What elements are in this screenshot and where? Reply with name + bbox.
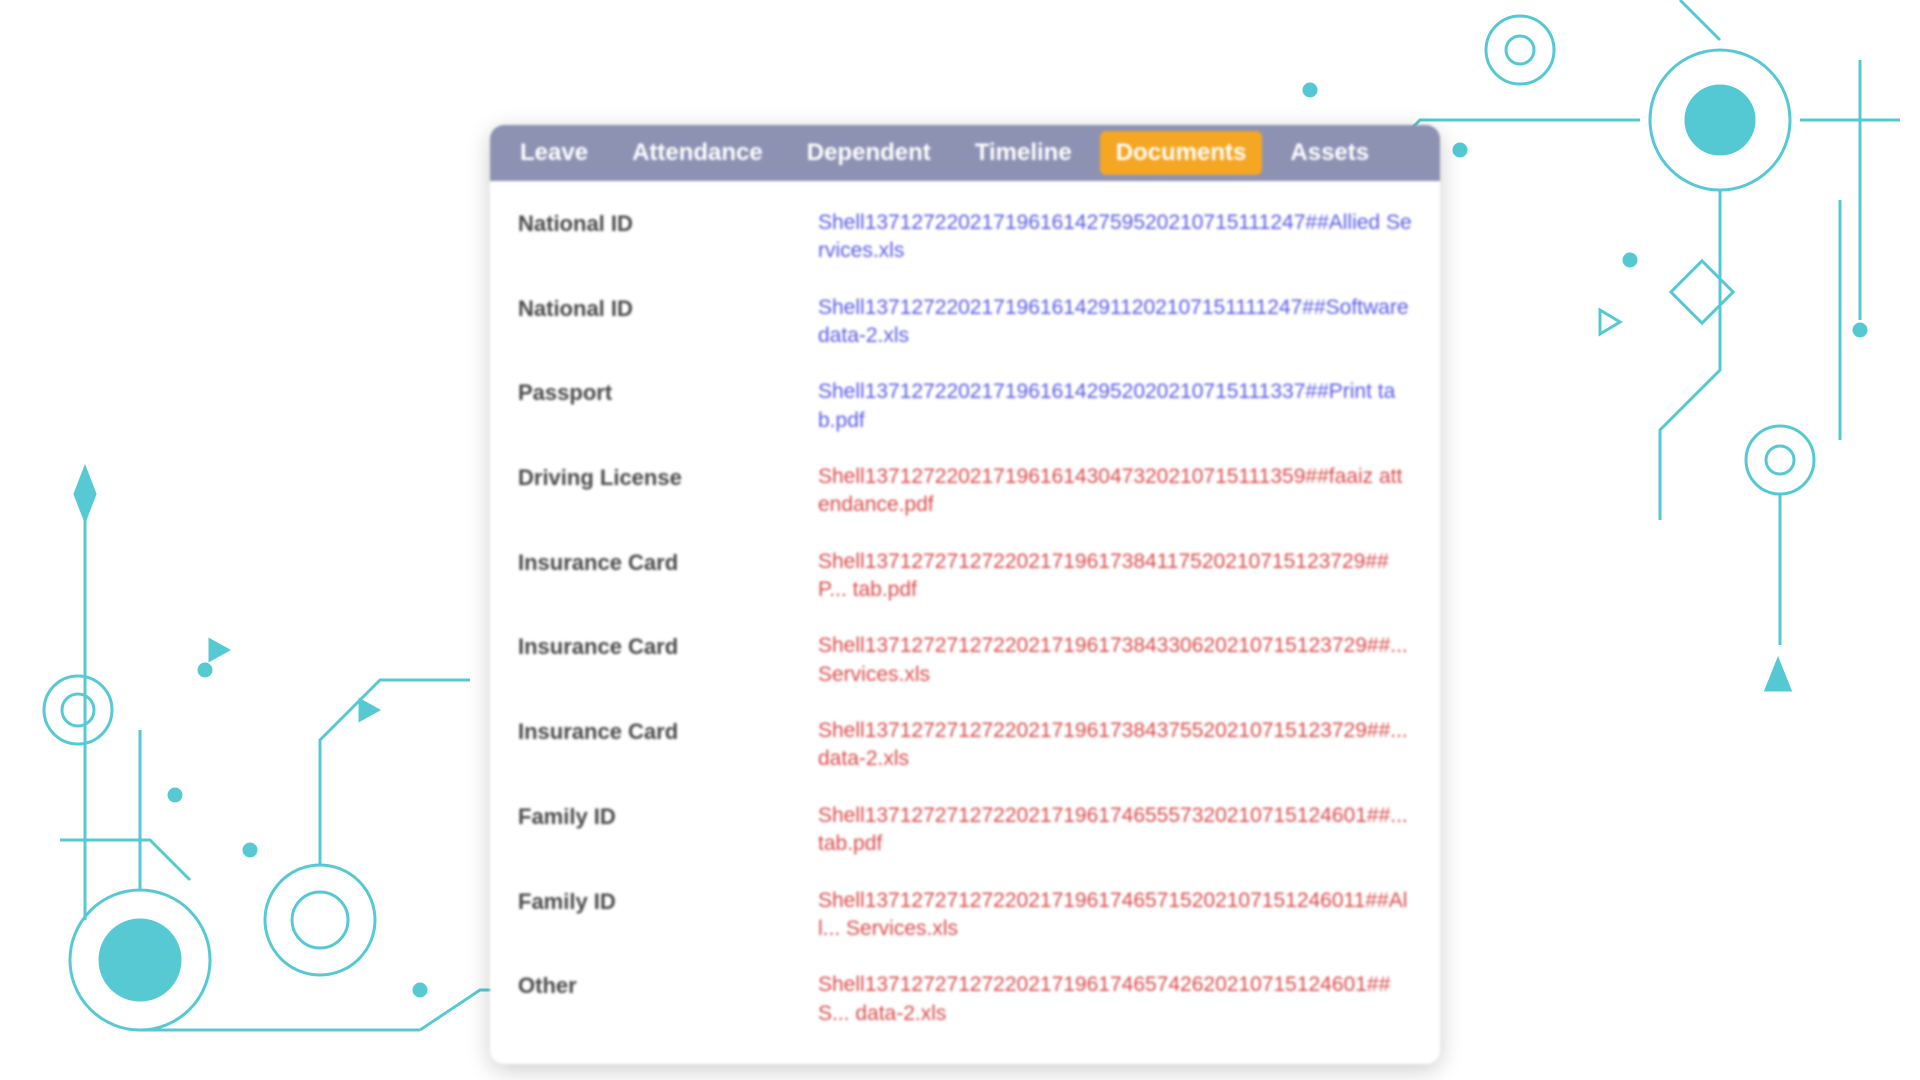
document-file-link[interactable]: Shell13712722021719616142911202107151111… xyxy=(818,294,1412,351)
document-type: Insurance Card xyxy=(518,548,818,576)
documents-panel: Leave Attendance Dependent Timeline Docu… xyxy=(490,125,1440,1064)
documents-list: National ID Shell13712722021719616142759… xyxy=(490,181,1440,1064)
document-type: Driving License xyxy=(518,463,818,491)
document-row: Insurance Card Shell13712727127220217196… xyxy=(490,534,1440,619)
document-type: Other xyxy=(518,971,818,999)
document-file-link[interactable]: Shell13712722021719616143047320210715111… xyxy=(818,463,1412,520)
document-row: Insurance Card Shell13712727127220217196… xyxy=(490,703,1440,788)
tab-leave[interactable]: Leave xyxy=(504,131,604,175)
document-row: National ID Shell13712722021719616142759… xyxy=(490,195,1440,280)
document-type: National ID xyxy=(518,294,818,322)
document-row: Passport Shell13712722021719616142952020… xyxy=(490,364,1440,449)
tab-documents[interactable]: Documents xyxy=(1100,131,1263,175)
document-file-link[interactable]: Shell13712722021719616142952020210715111… xyxy=(818,378,1412,435)
document-type: Insurance Card xyxy=(518,632,818,660)
document-row: Insurance Card Shell13712727127220217196… xyxy=(490,618,1440,703)
document-file-link[interactable]: Shell13712727127220217196173843755202107… xyxy=(818,717,1412,774)
document-type: Family ID xyxy=(518,802,818,830)
document-row: Family ID Shell1371272712722021719617465… xyxy=(490,788,1440,873)
document-row: Other Shell13712727127220217196174657426… xyxy=(490,957,1440,1042)
document-row: National ID Shell13712722021719616142911… xyxy=(490,280,1440,365)
document-type: National ID xyxy=(518,209,818,237)
tab-attendance[interactable]: Attendance xyxy=(616,131,779,175)
document-file-link[interactable]: Shell13712727127220217196174657152021071… xyxy=(818,887,1412,944)
document-type: Passport xyxy=(518,378,818,406)
document-file-link[interactable]: Shell13712727127220217196173843306202107… xyxy=(818,632,1412,689)
document-type: Family ID xyxy=(518,887,818,915)
tabbar: Leave Attendance Dependent Timeline Docu… xyxy=(490,125,1440,181)
document-row: Driving License Shell1371272202171961614… xyxy=(490,449,1440,534)
tab-dependent[interactable]: Dependent xyxy=(791,131,947,175)
document-row: Family ID Shell1371272712722021719617465… xyxy=(490,873,1440,958)
document-file-link[interactable]: Shell13712727127220217196173841175202107… xyxy=(818,548,1412,605)
tab-timeline[interactable]: Timeline xyxy=(959,131,1088,175)
tab-assets[interactable]: Assets xyxy=(1274,131,1385,175)
document-file-link[interactable]: Shell13712727127220217196174655573202107… xyxy=(818,802,1412,859)
document-file-link[interactable]: Shell13712722021719616142759520210715111… xyxy=(818,209,1412,266)
document-file-link[interactable]: Shell13712727127220217196174657426202107… xyxy=(818,971,1412,1028)
document-type: Insurance Card xyxy=(518,717,818,745)
